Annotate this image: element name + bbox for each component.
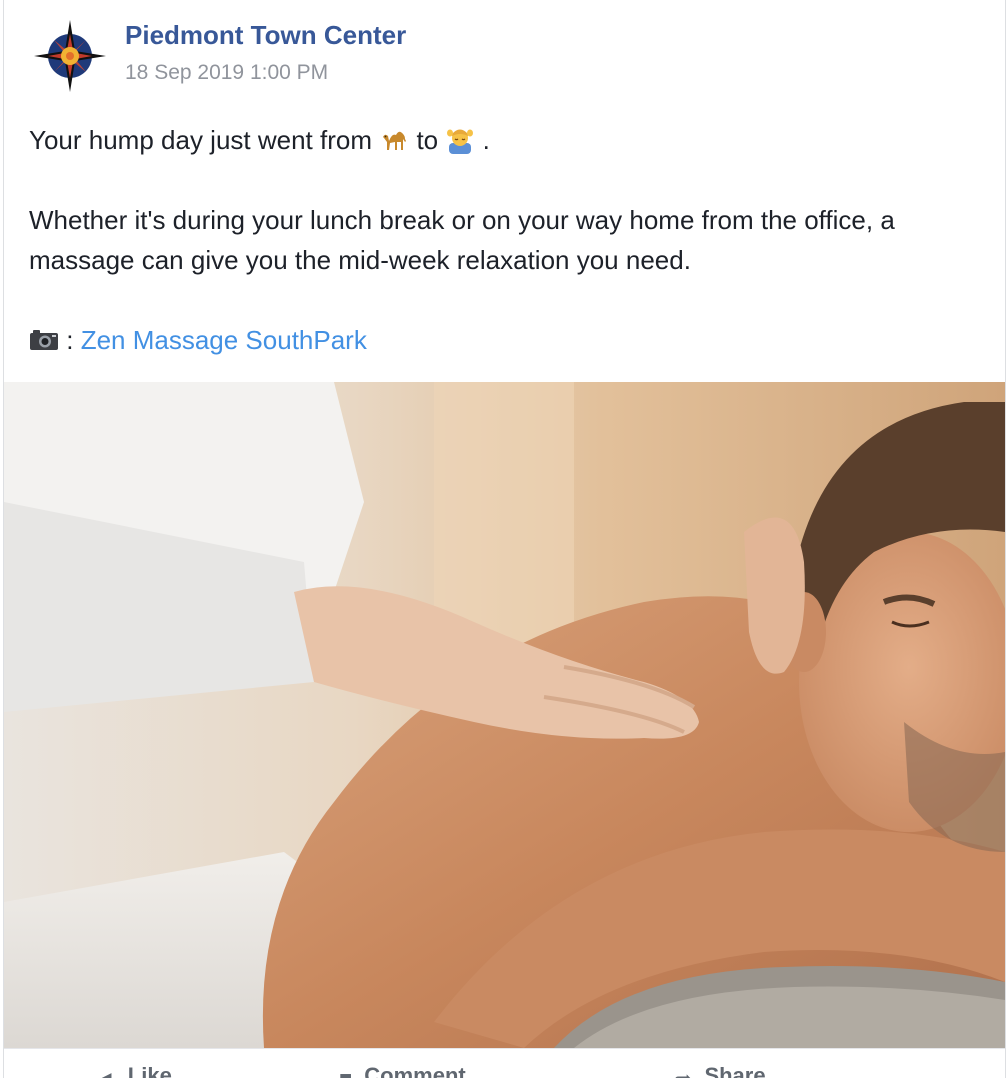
post-text-mid: to bbox=[416, 125, 446, 155]
share-label: Share bbox=[704, 1063, 766, 1078]
zen-massage-link[interactable]: Zen Massage SouthPark bbox=[81, 325, 367, 355]
face-massage-emoji-icon bbox=[447, 129, 474, 154]
page-name-link[interactable]: Piedmont Town Center bbox=[125, 20, 406, 51]
share-button[interactable]: ➦ Share bbox=[674, 1063, 766, 1078]
photo-credit: : Zen Massage SouthPark bbox=[29, 320, 367, 360]
camera-icon bbox=[30, 330, 58, 350]
post-timestamp[interactable]: 18 Sep 2019 1:00 PM bbox=[125, 61, 328, 85]
post-header: Piedmont Town Center 18 Sep 2019 1:00 PM bbox=[4, 0, 1005, 100]
facebook-post: Piedmont Town Center 18 Sep 2019 1:00 PM… bbox=[3, 0, 1006, 1078]
compass-rose-logo-icon[interactable] bbox=[34, 20, 106, 92]
post-actions-bar: ◄ Like ■ Comment ➦ Share bbox=[4, 1048, 1005, 1078]
comment-icon: ■ bbox=[339, 1066, 352, 1078]
like-button[interactable]: ◄ Like bbox=[94, 1063, 172, 1078]
post-text-start: Your hump day just went from bbox=[29, 125, 380, 155]
credit-separator: : bbox=[66, 325, 81, 355]
comment-button[interactable]: ■ Comment bbox=[339, 1063, 466, 1078]
post-photo[interactable] bbox=[4, 382, 1005, 1048]
like-icon: ◄ bbox=[94, 1066, 116, 1078]
post-text-end: . bbox=[482, 125, 490, 155]
like-label: Like bbox=[127, 1063, 172, 1078]
share-icon: ➦ bbox=[674, 1066, 692, 1078]
comment-label: Comment bbox=[364, 1063, 466, 1078]
massage-photo-icon bbox=[4, 382, 1005, 1048]
post-paragraph-2: Whether it's during your lunch break or … bbox=[29, 205, 895, 275]
post-line-1: Your hump day just went from to . bbox=[29, 120, 490, 160]
camel-emoji-icon bbox=[383, 131, 407, 150]
